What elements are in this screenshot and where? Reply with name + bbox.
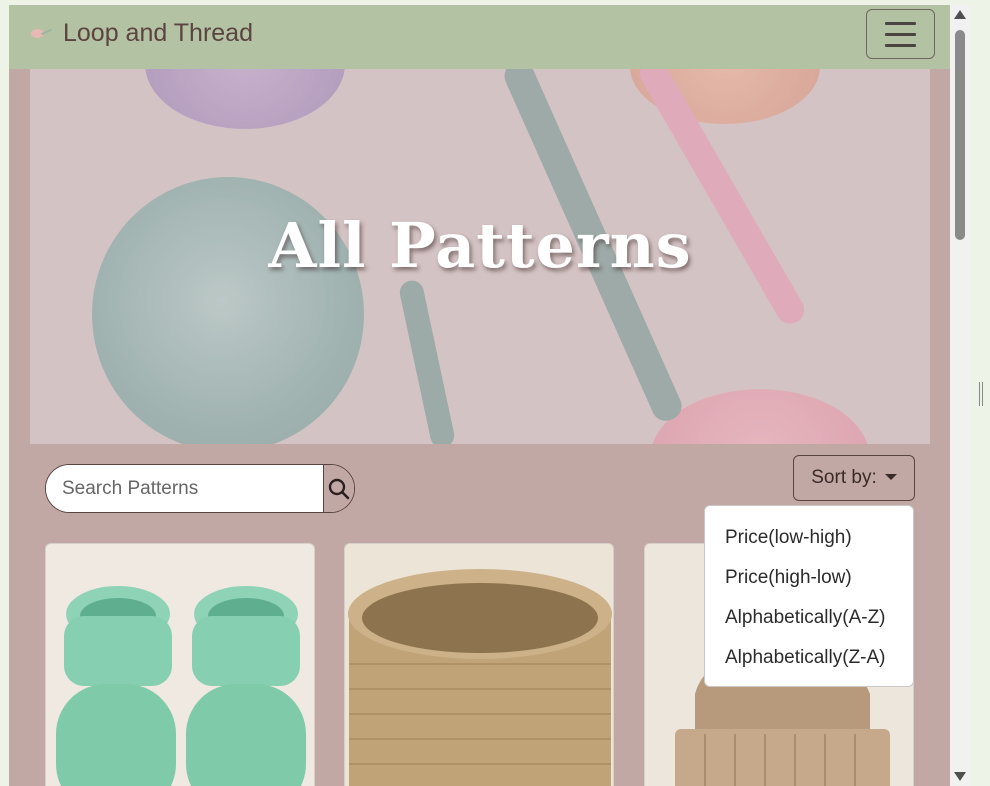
page-title: All Patterns xyxy=(268,209,692,282)
sort-option-price-high-low[interactable]: Price(high-low) xyxy=(705,558,913,598)
page-viewport: Loop and Thread All Patterns Sort by: xyxy=(9,5,950,786)
scroll-up-arrow-icon[interactable] xyxy=(954,10,966,19)
navbar: Loop and Thread xyxy=(9,5,950,69)
crochet-basket-image xyxy=(345,544,613,786)
brand-link[interactable]: Loop and Thread xyxy=(29,19,253,48)
pattern-card-basket[interactable] xyxy=(344,543,614,786)
caret-down-icon xyxy=(884,474,897,480)
search-icon xyxy=(328,478,350,499)
search-input[interactable] xyxy=(46,465,323,512)
brand-name: Loop and Thread xyxy=(63,19,253,47)
sort-option-alpha-z-a[interactable]: Alphabetically(Z-A) xyxy=(705,638,913,678)
resize-handle-icon[interactable] xyxy=(979,382,983,406)
scroll-down-arrow-icon[interactable] xyxy=(954,772,966,781)
search-button[interactable] xyxy=(323,465,354,512)
sort-dropdown-menu: Price(low-high) Price(high-low) Alphabet… xyxy=(704,505,914,687)
hero-banner: All Patterns xyxy=(30,69,930,444)
search-form xyxy=(45,464,355,513)
sort-label: Sort by: xyxy=(811,467,877,488)
pattern-card-booties[interactable] xyxy=(45,543,315,786)
vertical-scrollbar[interactable] xyxy=(950,5,970,786)
scrollbar-thumb[interactable] xyxy=(955,30,965,240)
sort-dropdown-button[interactable]: Sort by: xyxy=(793,455,915,501)
sort-option-alpha-a-z[interactable]: Alphabetically(A-Z) xyxy=(705,598,913,638)
hamburger-menu-icon xyxy=(885,21,916,25)
crochet-booties-image xyxy=(46,544,314,786)
yarn-logo-icon xyxy=(29,27,52,41)
hamburger-menu-button[interactable] xyxy=(866,9,935,59)
sort-option-price-low-high[interactable]: Price(low-high) xyxy=(705,518,913,558)
